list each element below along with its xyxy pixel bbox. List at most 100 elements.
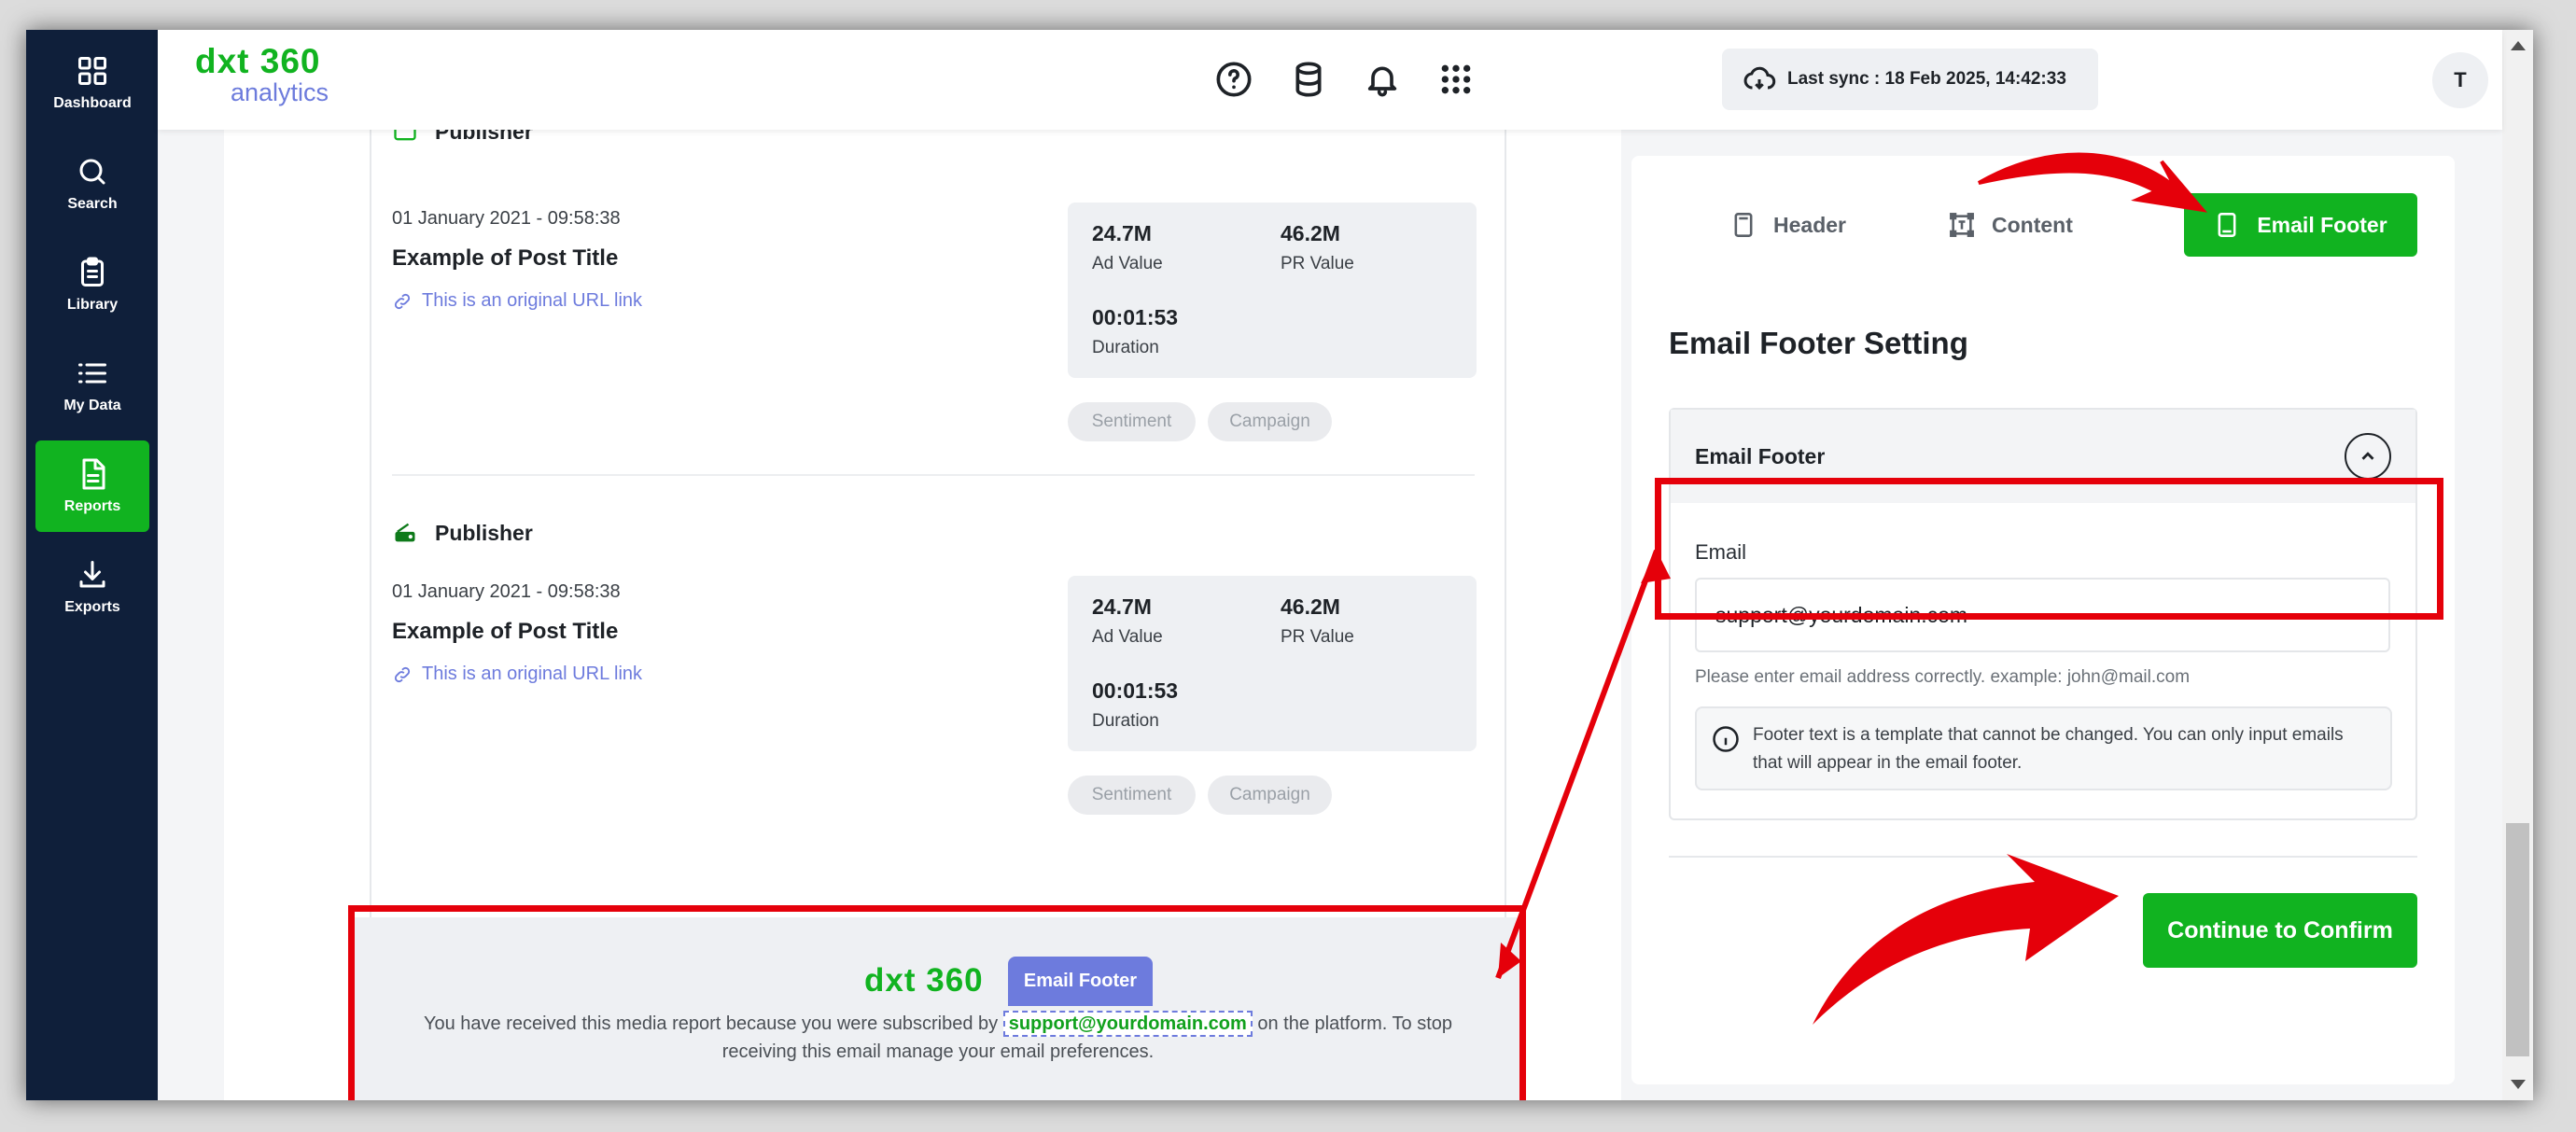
duration-metric: 00:01:53 Duration xyxy=(1092,305,1178,358)
info-text: Footer text is a template that cannot be… xyxy=(1753,725,2344,773)
report-preview: Publisher 01 January 2021 - 09:58:38 Exa… xyxy=(224,111,1621,1100)
header-icon xyxy=(1734,213,1753,237)
sidebar-item-label: Reports xyxy=(63,498,121,514)
sync-status: Last sync : 18 Feb 2025, 14:42:33 xyxy=(1722,49,2098,110)
email-help-text: Please enter email address correctly. ex… xyxy=(1695,667,2191,687)
database-icon xyxy=(1295,62,1322,97)
cloud-sync-icon xyxy=(1743,66,1776,91)
collapse-button[interactable] xyxy=(2345,433,2391,480)
help-icon xyxy=(1216,62,1252,97)
tab-label: Header xyxy=(1773,212,1846,237)
logo[interactable]: dxt 360 analytics xyxy=(195,43,329,105)
tag-chip[interactable]: Campaign xyxy=(1208,776,1332,815)
publisher-name: Publisher xyxy=(435,520,533,545)
scroll-up-arrow[interactable] xyxy=(2511,41,2526,50)
ad-value: 24.7M xyxy=(1092,221,1152,245)
tab-content[interactable]: Content xyxy=(1949,193,2073,257)
footer-icon xyxy=(2218,213,2236,237)
ad-value-label: Ad Value xyxy=(1092,254,1163,273)
tab-label: Email Footer xyxy=(2257,212,2387,237)
pr-value-metric: 46.2M PR Value xyxy=(1281,221,1354,274)
sync-text: Last sync : 18 Feb 2025, 14:42:33 xyxy=(1787,69,2066,89)
sidebar-item-library[interactable]: Library xyxy=(35,239,149,330)
annotation-highlight-footer-preview xyxy=(348,905,1526,1100)
sidebar-item-label: Search xyxy=(67,196,118,212)
post-title: Example of Post Title xyxy=(392,619,619,644)
divider xyxy=(392,474,1475,476)
continue-to-confirm-button[interactable]: Continue to Confirm xyxy=(2143,893,2417,968)
link-icon xyxy=(394,293,411,309)
radio-icon xyxy=(395,523,415,542)
bell-icon xyxy=(1367,66,1397,97)
sidebar-item-label: Exports xyxy=(64,599,120,615)
annotation-highlight-email-field xyxy=(1655,478,2443,620)
info-icon xyxy=(1713,726,1739,752)
link-icon xyxy=(394,666,411,682)
help-button[interactable] xyxy=(1212,58,1255,101)
apps-icon xyxy=(1441,64,1471,94)
scrollbar-thumb[interactable] xyxy=(2506,823,2529,1056)
sidebar-item-dashboard[interactable]: Dashboard xyxy=(35,37,149,129)
scroll-down-arrow[interactable] xyxy=(2511,1080,2526,1089)
top-bar: dxt 360 analytics Last sync : 18 Feb 202… xyxy=(158,30,2502,130)
report-icon xyxy=(82,458,105,490)
post-title: Example of Post Title xyxy=(392,245,619,271)
post-date: 01 January 2021 - 09:58:38 xyxy=(392,581,621,602)
accordion-title: Email Footer xyxy=(1695,443,1826,468)
avatar[interactable]: T xyxy=(2432,52,2488,108)
publisher-heading: Publisher xyxy=(392,520,533,546)
sidebar: Dashboard Search Library My Data Reports… xyxy=(26,30,158,1100)
pr-value: 46.2M xyxy=(1281,594,1340,619)
info-notice: Footer text is a template that cannot be… xyxy=(1695,706,2392,790)
sidebar-item-search[interactable]: Search xyxy=(35,138,149,230)
tab-email-footer[interactable]: Email Footer xyxy=(2184,193,2417,257)
scrollbar[interactable] xyxy=(2502,30,2533,1100)
tag-chip[interactable]: Sentiment xyxy=(1068,402,1196,441)
tab-label: Content xyxy=(1992,212,2073,237)
ad-value-metric: 24.7M Ad Value xyxy=(1092,594,1163,648)
logo-brand: dxt 360 xyxy=(195,42,321,80)
sidebar-item-reports[interactable]: Reports xyxy=(35,440,149,532)
post-metrics: 24.7M Ad Value 46.2M PR Value 00:01:53 D… xyxy=(1068,576,1477,751)
settings-panel: Header Content Email Footer Email Footer… xyxy=(1631,156,2455,1084)
duration-metric: 00:01:53 Duration xyxy=(1092,678,1178,732)
grid-icon xyxy=(78,57,106,85)
divider xyxy=(1669,856,2417,858)
duration-label: Duration xyxy=(1092,338,1159,357)
pr-value-metric: 46.2M PR Value xyxy=(1281,594,1354,648)
text-box-icon xyxy=(1950,213,1974,237)
download-icon xyxy=(79,561,105,588)
tag-chip[interactable]: Sentiment xyxy=(1068,776,1196,815)
duration-label: Duration xyxy=(1092,711,1159,731)
tag-chip[interactable]: Campaign xyxy=(1208,402,1332,441)
sidebar-item-label: Library xyxy=(66,297,119,313)
list-icon xyxy=(78,363,106,384)
post-link[interactable]: This is an original URL link xyxy=(392,664,642,685)
sidebar-item-exports[interactable]: Exports xyxy=(35,541,149,633)
app-window: Dashboard Search Library My Data Reports… xyxy=(26,30,2533,1100)
duration-value: 00:01:53 xyxy=(1092,678,1179,703)
ad-value: 24.7M xyxy=(1092,594,1152,619)
pr-value-label: PR Value xyxy=(1281,627,1354,647)
tab-header[interactable]: Header xyxy=(1730,193,1846,257)
logo-subtitle: analytics xyxy=(231,78,329,106)
chevron-up-icon xyxy=(2361,452,2374,460)
database-button[interactable] xyxy=(1287,58,1330,101)
notifications-button[interactable] xyxy=(1361,58,1404,101)
post-link-text: This is an original URL link xyxy=(422,290,643,311)
search-icon xyxy=(79,159,105,185)
post-metrics: 24.7M Ad Value 46.2M PR Value 00:01:53 D… xyxy=(1068,203,1477,378)
pr-value-label: PR Value xyxy=(1281,254,1354,273)
clipboard-icon xyxy=(81,257,104,286)
post-date: 01 January 2021 - 09:58:38 xyxy=(392,208,621,229)
sidebar-item-label: My Data xyxy=(63,398,121,413)
pr-value: 46.2M xyxy=(1281,221,1340,245)
duration-value: 00:01:53 xyxy=(1092,305,1179,329)
sidebar-item-my-data[interactable]: My Data xyxy=(35,340,149,431)
ad-value-metric: 24.7M Ad Value xyxy=(1092,221,1163,274)
post-link[interactable]: This is an original URL link xyxy=(392,290,642,312)
sidebar-item-label: Dashboard xyxy=(53,95,132,111)
ad-value-label: Ad Value xyxy=(1092,627,1163,647)
settings-title: Email Footer Setting xyxy=(1669,326,1968,360)
apps-button[interactable] xyxy=(1435,58,1477,101)
